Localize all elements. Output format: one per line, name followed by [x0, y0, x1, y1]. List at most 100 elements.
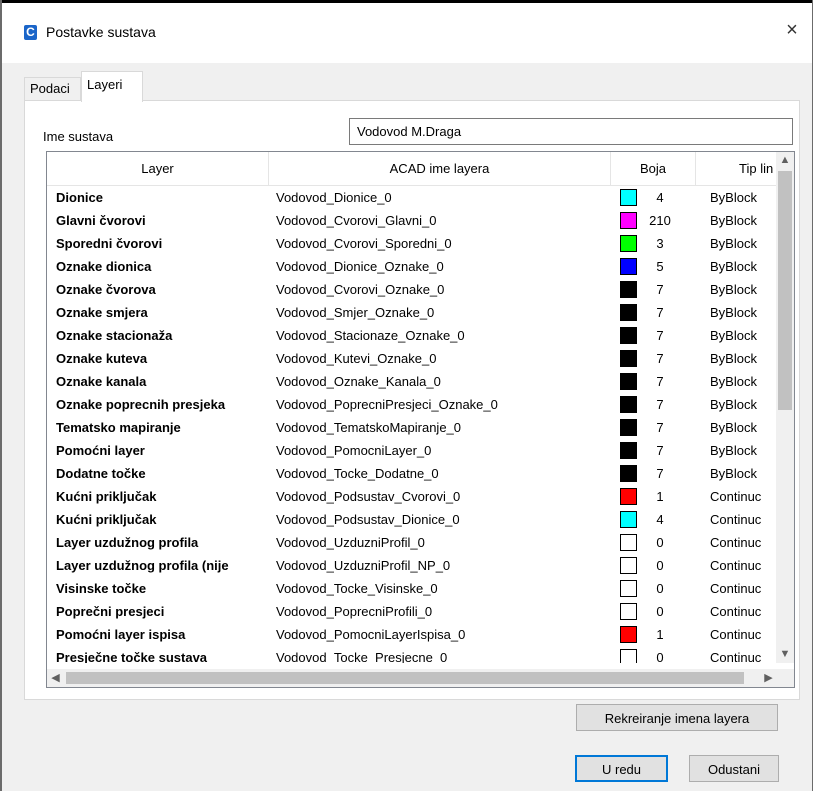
tab-layeri[interactable]: Layeri — [81, 71, 143, 102]
line-type-cell[interactable]: Continuc — [710, 646, 777, 663]
acad-name-cell[interactable]: Vodovod_Dionice_Oznake_0 — [276, 255, 611, 278]
color-index-cell[interactable]: 0 — [640, 531, 680, 554]
table-row[interactable]: Visinske točke Vodovod_Tocke_Visinske_0 0 C… — [47, 577, 777, 600]
color-index-cell[interactable]: 7 — [640, 393, 680, 416]
layer-name-cell[interactable]: Visinske točke — [56, 577, 278, 600]
horizontal-scroll-thumb[interactable] — [66, 672, 744, 684]
line-type-cell[interactable]: Continuc — [710, 600, 777, 623]
color-swatch[interactable] — [620, 235, 637, 252]
table-row[interactable]: Layer uzdužnog profila (nije Vodovod_Uzdu… — [47, 554, 777, 577]
color-index-cell[interactable]: 7 — [640, 347, 680, 370]
line-type-cell[interactable]: Continuc — [710, 531, 777, 554]
layer-name-cell[interactable]: Dionice — [56, 186, 278, 209]
layer-name-cell[interactable]: Kućni priključak — [56, 508, 278, 531]
ok-button[interactable]: U redu — [575, 755, 668, 782]
layer-name-cell[interactable]: Tematsko mapiranje — [56, 416, 278, 439]
scroll-down-icon[interactable]: ▼ — [776, 646, 794, 663]
table-row[interactable]: Oznake čvorova Vodovod_Cvorovi_Oznake_0 7 B… — [47, 278, 777, 301]
color-index-cell[interactable]: 5 — [640, 255, 680, 278]
acad-name-cell[interactable]: Vodovod_Cvorovi_Glavni_0 — [276, 209, 611, 232]
layer-name-cell[interactable]: Oznake dionica — [56, 255, 278, 278]
table-row[interactable]: Sporedni čvorovi Vodovod_Cvorovi_Sporedni… — [47, 232, 777, 255]
line-type-cell[interactable]: Continuc — [710, 554, 777, 577]
tab-podaci[interactable]: Podaci — [24, 77, 81, 101]
scroll-right-icon[interactable]: ▶ — [760, 669, 777, 687]
rekreiranje-imena-layera-button[interactable]: Rekreiranje imena layera — [576, 704, 778, 731]
layer-name-cell[interactable]: Oznake stacionaža — [56, 324, 278, 347]
color-swatch[interactable] — [620, 465, 637, 482]
color-swatch[interactable] — [620, 603, 637, 620]
color-swatch[interactable] — [620, 281, 637, 298]
column-header-layer[interactable]: Layer — [47, 152, 269, 186]
color-swatch[interactable] — [620, 189, 637, 206]
color-index-cell[interactable]: 7 — [640, 462, 680, 485]
color-swatch[interactable] — [620, 649, 637, 663]
line-type-cell[interactable]: Continuc — [710, 508, 777, 531]
color-swatch[interactable] — [620, 373, 637, 390]
table-row[interactable]: Layer uzdužnog profila Vodovod_UzduzniPro… — [47, 531, 777, 554]
line-type-cell[interactable]: ByBlock — [710, 209, 777, 232]
horizontal-scrollbar[interactable]: ◀ ▶ — [47, 669, 777, 687]
line-type-cell[interactable]: ByBlock — [710, 462, 777, 485]
table-row[interactable]: Kućni priključak Vodovod_Podsustav_Dionic… — [47, 508, 777, 531]
line-type-cell[interactable]: ByBlock — [710, 439, 777, 462]
color-swatch[interactable] — [620, 442, 637, 459]
layer-name-cell[interactable]: Layer uzdužnog profila (nije — [56, 554, 278, 577]
color-swatch[interactable] — [620, 327, 637, 344]
acad-name-cell[interactable]: Vodovod_Oznake_Kanala_0 — [276, 370, 611, 393]
line-type-cell[interactable]: ByBlock — [710, 370, 777, 393]
cancel-button[interactable]: Odustani — [689, 755, 779, 782]
table-row[interactable]: Dodatne točke Vodovod_Tocke_Dodatne_0 7 ByB… — [47, 462, 777, 485]
table-row[interactable]: Oznake kuteva Vodovod_Kutevi_Oznake_0 7 ByB… — [47, 347, 777, 370]
color-swatch[interactable] — [620, 534, 637, 551]
color-swatch[interactable] — [620, 258, 637, 275]
color-index-cell[interactable]: 3 — [640, 232, 680, 255]
line-type-cell[interactable]: ByBlock — [710, 301, 777, 324]
acad-name-cell[interactable]: Vodovod_Cvorovi_Oznake_0 — [276, 278, 611, 301]
color-index-cell[interactable]: 1 — [640, 623, 680, 646]
color-index-cell[interactable]: 0 — [640, 554, 680, 577]
layer-name-cell[interactable]: Oznake kuteva — [56, 347, 278, 370]
color-swatch[interactable] — [620, 212, 637, 229]
color-index-cell[interactable]: 7 — [640, 324, 680, 347]
color-index-cell[interactable]: 4 — [640, 186, 680, 209]
table-row[interactable]: Pomoćni layer Vodovod_PomocniLayer_0 7 ByBl… — [47, 439, 777, 462]
line-type-cell[interactable]: ByBlock — [710, 416, 777, 439]
layer-name-cell[interactable]: Oznake poprecnih presjeka — [56, 393, 278, 416]
acad-name-cell[interactable]: Vodovod_Kutevi_Oznake_0 — [276, 347, 611, 370]
color-index-cell[interactable]: 210 — [640, 209, 680, 232]
table-row[interactable]: Oznake dionica Vodovod_Dionice_Oznake_0 5 B… — [47, 255, 777, 278]
line-type-cell[interactable]: ByBlock — [710, 393, 777, 416]
color-swatch[interactable] — [620, 488, 637, 505]
acad-name-cell[interactable]: Vodovod_PomocniLayerIspisa_0 — [276, 623, 611, 646]
acad-name-cell[interactable]: Vodovod_PomocniLayer_0 — [276, 439, 611, 462]
color-index-cell[interactable]: 7 — [640, 278, 680, 301]
color-swatch[interactable] — [620, 626, 637, 643]
line-type-cell[interactable]: ByBlock — [710, 324, 777, 347]
color-swatch[interactable] — [620, 557, 637, 574]
color-swatch[interactable] — [620, 350, 637, 367]
color-index-cell[interactable]: 7 — [640, 301, 680, 324]
acad-name-cell[interactable]: Vodovod_Podsustav_Dionice_0 — [276, 508, 611, 531]
color-swatch[interactable] — [620, 580, 637, 597]
layer-name-cell[interactable]: Poprečni presjeci — [56, 600, 278, 623]
layer-name-cell[interactable]: Layer uzdužnog profila — [56, 531, 278, 554]
table-row[interactable]: Pomoćni layer ispisa Vodovod_PomocniLayer… — [47, 623, 777, 646]
table-row[interactable]: Oznake poprecnih presjeka Vodovod_Poprecn… — [47, 393, 777, 416]
column-header-tip-linije[interactable]: Tip lin — [696, 152, 777, 186]
color-index-cell[interactable]: 1 — [640, 485, 680, 508]
layer-name-cell[interactable]: Pomoćni layer ispisa — [56, 623, 278, 646]
line-type-cell[interactable]: ByBlock — [710, 232, 777, 255]
acad-name-cell[interactable]: Vodovod_Tocke_Dodatne_0 — [276, 462, 611, 485]
color-index-cell[interactable]: 7 — [640, 416, 680, 439]
scroll-up-icon[interactable]: ▲ — [776, 152, 794, 169]
line-type-cell[interactable]: Continuc — [710, 485, 777, 508]
line-type-cell[interactable]: Continuc — [710, 623, 777, 646]
color-index-cell[interactable]: 7 — [640, 370, 680, 393]
acad-name-cell[interactable]: Vodovod_PoprecniProfili_0 — [276, 600, 611, 623]
column-header-boja[interactable]: Boja — [611, 152, 696, 186]
column-header-acad-ime[interactable]: ACAD ime layera — [269, 152, 611, 186]
color-index-cell[interactable]: 0 — [640, 577, 680, 600]
acad-name-cell[interactable]: Vodovod_Stacionaze_Oznake_0 — [276, 324, 611, 347]
color-index-cell[interactable]: 0 — [640, 646, 680, 663]
